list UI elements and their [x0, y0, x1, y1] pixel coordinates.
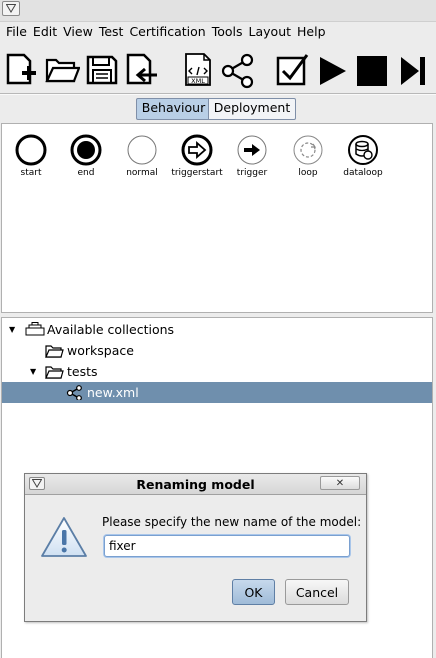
menu-certification[interactable]: Certification	[126, 22, 208, 42]
svg-text:XML: XML	[191, 77, 205, 85]
play-icon	[320, 57, 346, 85]
palette-label: triggerstart	[171, 168, 223, 178]
toolbar-separator	[0, 93, 436, 95]
ok-button[interactable]: OK	[232, 579, 275, 605]
menu-bar: File Edit View Test Certification Tools …	[0, 22, 436, 42]
model-name-input[interactable]	[104, 535, 350, 557]
floppy-disk-icon	[86, 55, 118, 85]
trigger-arrow-icon	[237, 135, 267, 165]
tab-deployment[interactable]: Deployment	[208, 98, 296, 120]
xml-file-icon: XML	[185, 53, 211, 86]
folder-icon	[45, 366, 64, 379]
expanded-triangle-icon[interactable]: ▼	[9, 319, 15, 340]
rename-dialog: Renaming model ✕ Please specify the new …	[24, 473, 367, 622]
step-button[interactable]	[396, 49, 432, 89]
triangle-down-icon	[32, 479, 42, 488]
trigger-start-icon	[181, 134, 213, 166]
palette-item-normal[interactable]: normal	[115, 133, 169, 178]
palette-item-start[interactable]: start	[4, 133, 58, 178]
palette-item-triggerstart[interactable]: triggerstart	[170, 133, 224, 178]
normal-circle-icon	[127, 135, 157, 165]
tree-node-available-collections[interactable]: ▼ Available collections	[2, 319, 432, 340]
window-top-strip	[0, 0, 436, 22]
stop-button[interactable]	[354, 49, 390, 89]
menu-help[interactable]: Help	[294, 22, 329, 42]
collections-icon	[25, 322, 45, 336]
tree-label: new.xml	[87, 385, 139, 400]
warning-triangle-icon	[41, 517, 87, 557]
menu-test[interactable]: Test	[96, 22, 127, 42]
save-button[interactable]	[84, 49, 120, 89]
menu-edit[interactable]: Edit	[30, 22, 60, 42]
palette-label: trigger	[236, 168, 268, 178]
loop-icon	[293, 135, 323, 165]
step-forward-icon	[401, 57, 425, 85]
menu-tools[interactable]: Tools	[209, 22, 246, 42]
tree-label: tests	[67, 364, 98, 379]
dialog-message: Please specify the new name of the model…	[102, 515, 362, 529]
toolbar: XML	[0, 45, 436, 93]
palette-label: loop	[298, 168, 318, 178]
import-file-icon	[126, 53, 157, 85]
palette-item-trigger[interactable]: trigger	[225, 133, 279, 178]
menu-file[interactable]: File	[3, 22, 30, 42]
node-palette: start end normal triggerstart trigger lo…	[1, 123, 433, 313]
run-button[interactable]	[314, 49, 350, 89]
menu-layout[interactable]: Layout	[246, 22, 295, 42]
stop-icon	[357, 56, 387, 86]
dialog-menu-button[interactable]	[29, 477, 45, 490]
expanded-triangle-icon[interactable]: ▼	[30, 361, 36, 382]
palette-label: normal	[126, 168, 158, 178]
open-button[interactable]	[44, 49, 81, 89]
palette-item-end[interactable]: end	[59, 133, 113, 178]
dialog-close-button[interactable]: ✕	[320, 476, 360, 490]
share-button[interactable]	[220, 49, 256, 89]
end-circle-icon	[70, 134, 102, 166]
palette-label: start	[20, 168, 42, 178]
palette-item-loop[interactable]: loop	[281, 133, 335, 178]
folder-open-icon	[45, 58, 81, 83]
graph-share-icon	[221, 53, 254, 89]
close-icon: ✕	[335, 478, 345, 489]
palette-label: end	[77, 168, 95, 178]
verify-button[interactable]	[274, 49, 310, 89]
import-button[interactable]	[124, 49, 160, 89]
tab-behaviour[interactable]: Behaviour	[136, 98, 211, 120]
tree-node-new-xml[interactable]: new.xml	[2, 382, 432, 403]
new-file-icon	[6, 53, 36, 85]
view-tabs: Behaviour Deployment	[0, 98, 436, 120]
tree-label: Available collections	[47, 322, 175, 337]
checkbox-check-icon	[276, 54, 309, 86]
dialog-title: Renaming model	[136, 477, 255, 492]
palette-item-dataloop[interactable]: dataloop	[336, 133, 390, 178]
database-loop-icon	[348, 135, 378, 165]
new-model-button[interactable]	[4, 49, 40, 89]
tree-label: workspace	[67, 343, 134, 358]
cancel-button[interactable]: Cancel	[285, 579, 349, 605]
window-menu-button[interactable]	[2, 1, 20, 16]
dialog-title-bar[interactable]: Renaming model ✕	[25, 474, 366, 495]
menu-view[interactable]: View	[60, 22, 96, 42]
tree-node-workspace[interactable]: workspace	[2, 340, 432, 361]
graph-share-icon	[66, 385, 82, 400]
triangle-down-icon	[6, 4, 16, 13]
palette-label: dataloop	[343, 168, 383, 178]
folder-icon	[45, 345, 64, 358]
xml-button[interactable]: XML	[180, 49, 216, 89]
tree-node-tests[interactable]: ▼ tests	[2, 361, 432, 382]
start-circle-icon	[15, 134, 47, 166]
